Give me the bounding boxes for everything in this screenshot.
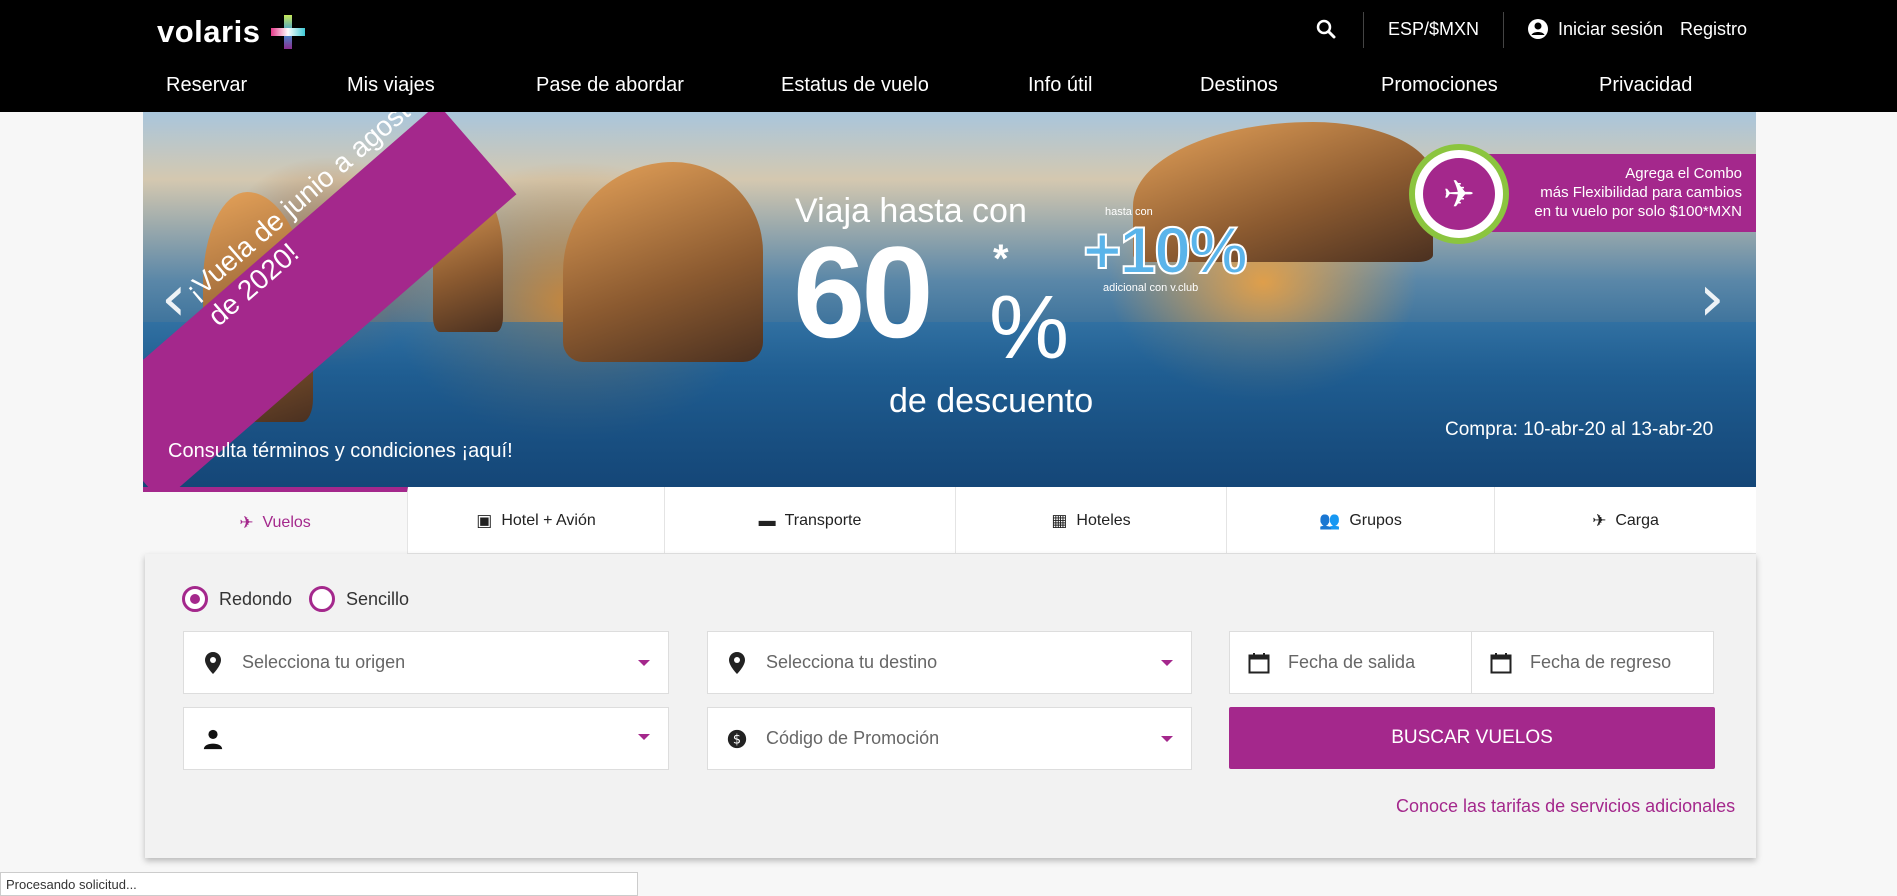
tab-label: Transporte xyxy=(784,511,862,529)
destination-select[interactable]: Selecciona tu destino xyxy=(707,631,1192,694)
promo-discount-number: 60 xyxy=(793,219,934,365)
origin-placeholder: Selecciona tu origen xyxy=(242,652,406,672)
radio-unchecked-icon xyxy=(309,586,335,612)
promo-code-select[interactable]: $ Código de Promoción xyxy=(707,707,1192,770)
passengers-select[interactable] xyxy=(183,707,669,770)
chevron-down-icon xyxy=(1161,660,1173,666)
user-circle-icon xyxy=(1528,19,1548,39)
building-icon: ▦ xyxy=(1051,510,1068,530)
calendar-icon xyxy=(1248,651,1270,675)
chevron-down-icon xyxy=(638,734,650,740)
language-currency-selector[interactable]: ESP/$MXN xyxy=(1388,0,1479,58)
chevron-down-icon xyxy=(638,660,650,666)
promo-percent: % xyxy=(989,278,1070,378)
destination-placeholder: Selecciona tu destino xyxy=(766,652,938,672)
tab-label: Carga xyxy=(1615,511,1659,529)
radio-checked-icon xyxy=(182,586,208,612)
combo-line-1: Agrega el Combo xyxy=(1625,165,1742,182)
search-flights-button[interactable]: BUSCAR VUELOS xyxy=(1229,707,1715,769)
nav-item-privacidad[interactable]: Privacidad xyxy=(1599,74,1692,97)
promo-asterisk: * xyxy=(993,237,1009,281)
additional-fees-link[interactable]: Conoce las tarifas de servicios adiciona… xyxy=(1396,796,1735,817)
airplane-icon: ✈ xyxy=(239,513,254,532)
nav-item-mis-viajes[interactable]: Mis viajes xyxy=(347,74,435,97)
combo-line-3: en tu vuelo por solo $100*MXN xyxy=(1534,203,1742,220)
header-divider xyxy=(1363,12,1364,48)
tab-transporte[interactable]: ▬ Transporte xyxy=(665,487,956,554)
tab-hoteles[interactable]: ▦ Hoteles xyxy=(956,487,1227,554)
group-icon: 👥 xyxy=(1319,510,1341,530)
header-divider xyxy=(1503,12,1504,48)
logo-text: volaris xyxy=(157,14,261,49)
return-placeholder: Fecha de regreso xyxy=(1530,652,1672,672)
location-pin-icon xyxy=(726,651,748,675)
combo-line-2: más Flexibilidad para cambios xyxy=(1540,184,1742,201)
nav-item-reservar[interactable]: Reservar xyxy=(166,74,247,97)
carousel-prev-arrow[interactable]: ‹ xyxy=(161,262,187,336)
radio-label: Redondo xyxy=(219,588,293,609)
tab-label: Grupos xyxy=(1349,511,1402,529)
carousel-next-arrow[interactable]: › xyxy=(1699,262,1725,336)
departure-date-field[interactable]: Fecha de salida xyxy=(1229,631,1472,694)
radio-label: Sencillo xyxy=(346,588,410,609)
origin-select[interactable]: Selecciona tu origen xyxy=(183,631,669,694)
hotel-plane-icon: ▣ xyxy=(476,510,493,530)
airplane-icon: ✈ xyxy=(1423,158,1495,230)
airplane-icon: ✈ xyxy=(1592,510,1607,530)
vclub-bonus: +10% xyxy=(1082,212,1249,288)
logo-plus-icon xyxy=(269,13,307,51)
purchase-dates: Compra: 10-abr-20 al 13-abr-20 xyxy=(1445,419,1714,440)
svg-text:$: $ xyxy=(733,732,741,747)
tab-hotel-avion[interactable]: ▣ Hotel + Avión xyxy=(408,487,665,554)
hero-banner[interactable]: ¡Vuela de junio a agosto de 2020! ‹ › Vi… xyxy=(143,112,1756,487)
person-icon xyxy=(202,727,224,751)
terms-link[interactable]: Consulta términos y condiciones ¡aquí! xyxy=(168,440,513,463)
vclub-bottom-text: adicional con v.club xyxy=(1103,282,1199,294)
dollar-badge-icon: $ xyxy=(726,727,748,751)
tab-label: Hoteles xyxy=(1076,511,1131,529)
calendar-icon xyxy=(1490,651,1512,675)
trip-type-one-way-radio[interactable]: Sencillo xyxy=(309,586,409,612)
promo-subline: de descuento xyxy=(889,382,1094,420)
tab-vuelos[interactable]: ✈ Vuelos xyxy=(143,487,408,554)
volaris-logo[interactable]: volaris xyxy=(157,13,307,51)
product-tabs: ✈ Vuelos ▣ Hotel + Avión ▬ Transporte ▦ … xyxy=(143,487,1756,554)
top-bar: volaris ESP/$MXN Iniciar sesión Registro… xyxy=(0,0,1897,112)
register-link[interactable]: Registro xyxy=(1680,0,1747,58)
chevron-down-icon xyxy=(1161,736,1173,742)
return-date-field[interactable]: Fecha de regreso xyxy=(1471,631,1714,694)
nav-item-info-util[interactable]: Info útil xyxy=(1028,74,1092,97)
promo-placeholder: Código de Promoción xyxy=(766,728,940,748)
combo-promo-box: Agrega el Combo más Flexibilidad para ca… xyxy=(1473,154,1756,232)
main-nav: Reservar Mis viajes Pase de abordar Esta… xyxy=(166,74,1726,102)
nav-item-estatus-de-vuelo[interactable]: Estatus de vuelo xyxy=(781,74,929,97)
tab-carga[interactable]: ✈ Carga xyxy=(1495,487,1756,554)
tab-label: Vuelos xyxy=(262,514,311,531)
trip-type-round-radio[interactable]: Redondo xyxy=(182,586,292,612)
tab-label: Hotel + Avión xyxy=(501,511,596,529)
search-icon[interactable] xyxy=(1316,19,1336,39)
rock-formation xyxy=(563,162,763,362)
departure-placeholder: Fecha de salida xyxy=(1288,652,1416,672)
nav-item-destinos[interactable]: Destinos xyxy=(1200,74,1278,97)
nav-item-promociones[interactable]: Promociones xyxy=(1381,74,1498,97)
login-label: Iniciar sesión xyxy=(1558,18,1664,39)
location-pin-icon xyxy=(202,651,224,675)
browser-status-bar: Procesando solicitud... xyxy=(0,872,638,896)
nav-item-pase-de-abordar[interactable]: Pase de abordar xyxy=(536,74,684,97)
flexibility-badge: ✈ xyxy=(1409,144,1509,244)
tab-grupos[interactable]: 👥 Grupos xyxy=(1227,487,1495,554)
bus-icon: ▬ xyxy=(758,510,776,530)
login-link[interactable]: Iniciar sesión xyxy=(1527,0,1663,58)
